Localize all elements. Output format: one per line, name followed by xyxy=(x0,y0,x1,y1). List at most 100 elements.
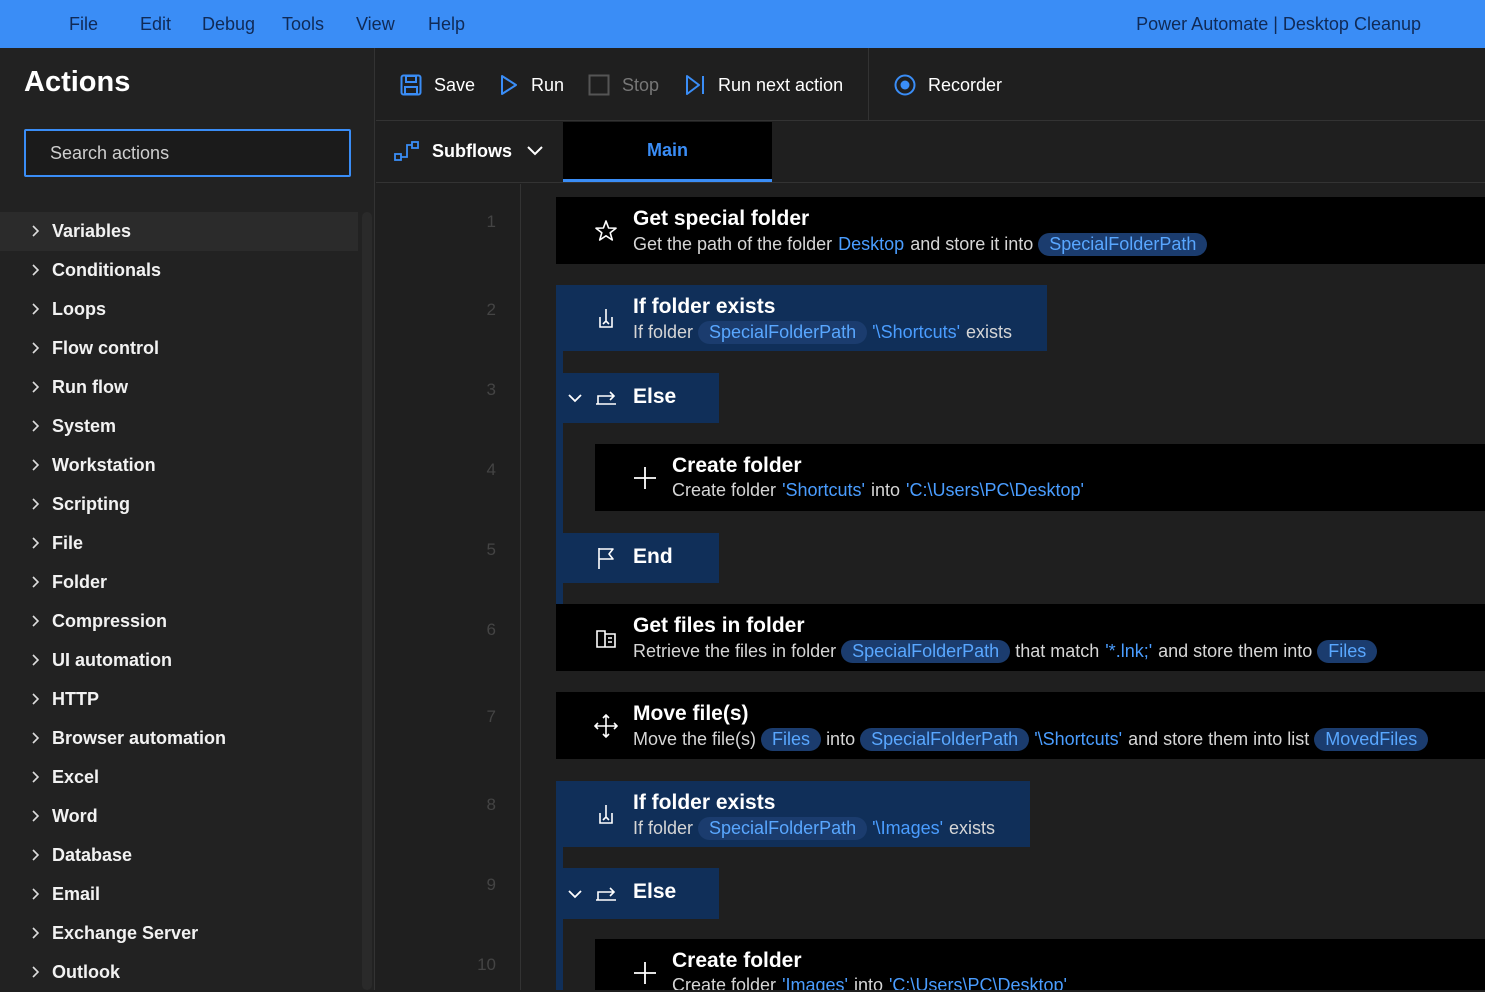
run-label: Run xyxy=(531,74,565,95)
variable-token[interactable]: SpecialFolderPath xyxy=(860,728,1030,751)
recorder-label: Recorder xyxy=(928,74,1003,95)
branch-icon xyxy=(599,805,613,824)
step-title: Else xyxy=(633,385,677,408)
step-title: If folder exists xyxy=(633,295,776,318)
tab-main[interactable]: Main xyxy=(563,122,772,182)
line-number: 6 xyxy=(486,620,496,639)
action-categories: Variables Conditionals Loops Flow control Ru… xyxy=(0,212,358,992)
category-label: Database xyxy=(52,845,133,865)
category-compression[interactable]: Compression xyxy=(0,602,358,641)
stop-icon xyxy=(588,74,610,96)
category-scripting[interactable]: Scripting xyxy=(0,485,358,524)
step-title: End xyxy=(633,545,673,568)
collapse-chevron-icon[interactable] xyxy=(567,888,583,900)
description-text: into xyxy=(870,480,901,500)
description-text: Create folder xyxy=(672,975,777,990)
menu-edit[interactable]: Edit xyxy=(140,14,171,35)
subflows-icon xyxy=(394,141,419,161)
category-label: Run flow xyxy=(52,377,128,397)
step-description: Create folder 'Images' into 'C:\Users\PC\De… xyxy=(672,975,1067,990)
else-icon xyxy=(596,391,616,405)
tab-row: Subflows Main xyxy=(376,122,1485,183)
literal-token: 'C:\Users\PC\Desktop' xyxy=(889,975,1067,990)
description-text: and store it into xyxy=(910,234,1034,254)
category-database[interactable]: Database xyxy=(0,836,358,875)
variable-token[interactable]: SpecialFolderPath xyxy=(698,321,868,344)
line-number: 9 xyxy=(486,875,496,894)
category-outlook[interactable]: Outlook xyxy=(0,953,358,992)
category-http[interactable]: HTTP xyxy=(0,680,358,719)
step-description: Create folder 'Shortcuts' into 'C:\Users\PC… xyxy=(672,480,1084,501)
files-icon xyxy=(596,630,616,648)
chevron-right-icon xyxy=(32,459,40,471)
category-email[interactable]: Email xyxy=(0,875,358,914)
chevron-right-icon xyxy=(32,693,40,705)
recorder-button[interactable]: Recorder xyxy=(894,70,1002,100)
variable-token[interactable]: MovedFiles xyxy=(1314,728,1429,751)
step-title: Move file(s) xyxy=(633,702,749,725)
variable-token[interactable]: Files xyxy=(761,728,822,751)
menu-bar: File Edit Debug Tools View Help Power Au… xyxy=(0,0,1485,48)
variable-token[interactable]: SpecialFolderPath xyxy=(841,640,1011,663)
line-number: 7 xyxy=(486,707,496,726)
category-run-flow[interactable]: Run flow xyxy=(0,368,358,407)
menu-file[interactable]: File xyxy=(69,14,98,35)
category-label: System xyxy=(52,416,117,436)
step-title: Get files in folder xyxy=(633,614,805,637)
variable-token[interactable]: SpecialFolderPath xyxy=(1038,233,1208,256)
search-actions-input[interactable] xyxy=(24,129,351,177)
category-word[interactable]: Word xyxy=(0,797,358,836)
category-loops[interactable]: Loops xyxy=(0,290,358,329)
step-description: If folder SpecialFolderPath '\Images' exist… xyxy=(633,817,995,840)
menu-debug[interactable]: Debug xyxy=(202,14,255,35)
run-next-action-button[interactable]: Run next action xyxy=(684,70,843,100)
literal-token: '\Shortcuts' xyxy=(1034,729,1123,749)
plus-icon xyxy=(634,467,656,489)
menu-help[interactable]: Help xyxy=(428,14,465,35)
run-button[interactable]: Run xyxy=(499,70,564,100)
step-description: If folder SpecialFolderPath '\Shortcuts' ex… xyxy=(633,321,1012,344)
toolbar: Save Run Stop Run next action Recorder xyxy=(376,48,1485,121)
category-exchange-server[interactable]: Exchange Server xyxy=(0,914,358,953)
line-number: 1 xyxy=(486,212,496,231)
category-system[interactable]: System xyxy=(0,407,358,446)
chevron-right-icon xyxy=(32,342,40,354)
category-workstation[interactable]: Workstation xyxy=(0,446,358,485)
category-label: Loops xyxy=(52,299,106,319)
move-icon xyxy=(594,714,618,738)
menu-tools[interactable]: Tools xyxy=(282,14,324,35)
subflows-dropdown[interactable]: Subflows xyxy=(394,140,544,162)
flag-icon xyxy=(598,548,614,569)
actions-scrollbar[interactable] xyxy=(362,212,372,990)
category-label: Excel xyxy=(52,767,100,787)
literal-token: Desktop xyxy=(838,234,905,254)
variable-token[interactable]: SpecialFolderPath xyxy=(698,817,868,840)
chevron-right-icon xyxy=(32,381,40,393)
actions-title: Actions xyxy=(24,66,131,98)
chevron-right-icon xyxy=(32,966,40,978)
chevron-right-icon xyxy=(32,576,40,588)
category-browser-automation[interactable]: Browser automation xyxy=(0,719,358,758)
category-file[interactable]: File xyxy=(0,524,358,563)
category-conditionals[interactable]: Conditionals xyxy=(0,251,358,290)
chevron-right-icon xyxy=(32,849,40,861)
category-excel[interactable]: Excel xyxy=(0,758,358,797)
category-flow-control[interactable]: Flow control xyxy=(0,329,358,368)
chevron-right-icon xyxy=(32,264,40,276)
description-text: Create folder xyxy=(672,480,777,500)
category-folder[interactable]: Folder xyxy=(0,563,358,602)
category-variables[interactable]: Variables xyxy=(0,212,358,251)
branch-icon xyxy=(599,309,613,328)
stop-button[interactable]: Stop xyxy=(588,70,659,100)
category-ui-automation[interactable]: UI automation xyxy=(0,641,358,680)
chevron-right-icon xyxy=(32,810,40,822)
stop-label: Stop xyxy=(622,74,660,95)
chevron-right-icon xyxy=(32,732,40,744)
description-text: If folder xyxy=(633,818,694,838)
save-button[interactable]: Save xyxy=(400,70,475,100)
category-label: Exchange Server xyxy=(52,923,199,943)
collapse-chevron-icon[interactable] xyxy=(567,392,583,404)
variable-token[interactable]: Files xyxy=(1317,640,1378,663)
menu-view[interactable]: View xyxy=(356,14,395,35)
literal-token: '\Shortcuts' xyxy=(872,322,961,342)
